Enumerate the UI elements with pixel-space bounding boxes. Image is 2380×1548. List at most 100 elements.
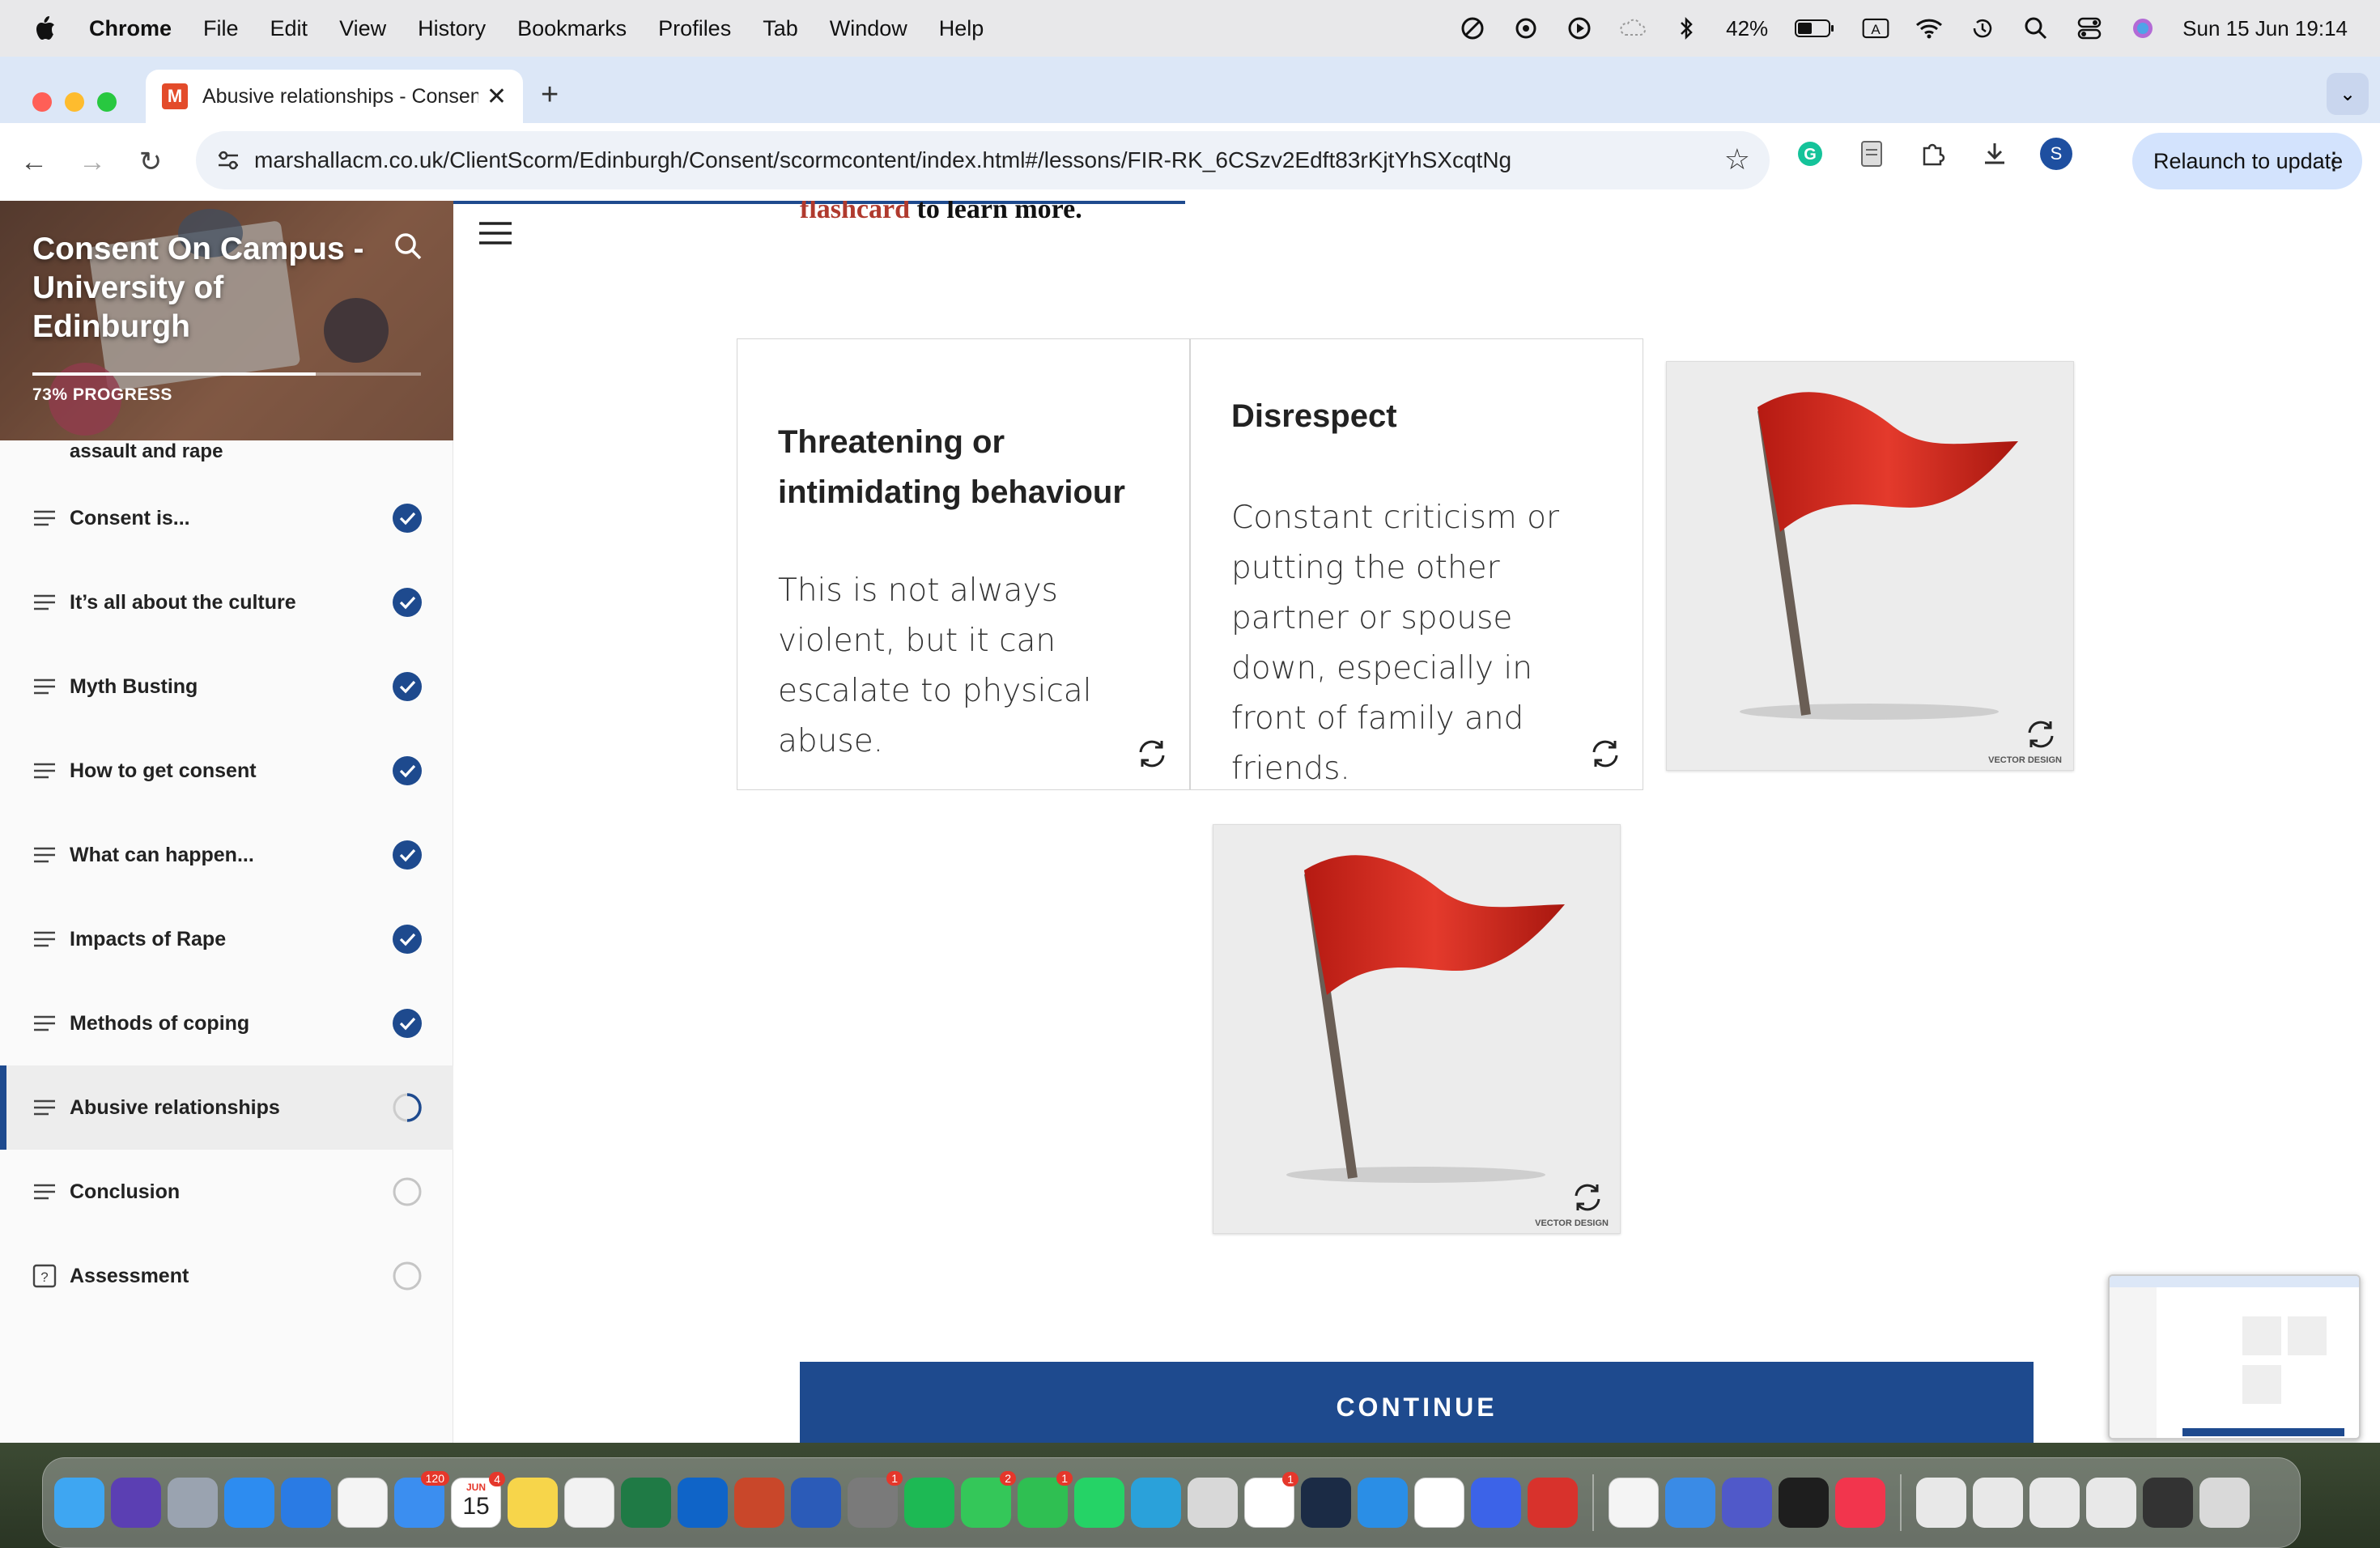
spotlight-icon[interactable]: [2022, 15, 2050, 42]
cursor-icon[interactable]: [1301, 1478, 1351, 1528]
flashcard-back[interactable]: Disrespect Constant criticism or putting…: [1190, 338, 1643, 790]
flashcard-link[interactable]: flashcard: [800, 201, 910, 224]
menu-history[interactable]: History: [418, 16, 486, 41]
reader-icon[interactable]: [1855, 138, 1888, 170]
notes-icon[interactable]: [508, 1478, 558, 1528]
preview-icon[interactable]: [1188, 1478, 1238, 1528]
activity-monitor-icon[interactable]: [1779, 1478, 1829, 1528]
notion-icon[interactable]: [1414, 1478, 1464, 1528]
sidebar-lesson-item[interactable]: Impacts of Rape: [0, 897, 453, 981]
menu-profiles[interactable]: Profiles: [658, 16, 731, 41]
wifi-icon[interactable]: [1915, 15, 1943, 42]
window-thumb[interactable]: [1916, 1478, 1966, 1528]
forward-arrow-icon[interactable]: →: [76, 147, 108, 178]
chatgpt-icon[interactable]: [1512, 15, 1540, 42]
photos-icon[interactable]: [564, 1478, 614, 1528]
flip-icon[interactable]: [1134, 736, 1170, 772]
siri-app-icon[interactable]: [111, 1478, 161, 1528]
clock[interactable]: Sun 15 Jun 19:14: [2182, 16, 2348, 41]
profile-avatar[interactable]: S: [2040, 138, 2072, 170]
zotero-icon[interactable]: [1528, 1478, 1578, 1528]
launchpad-icon[interactable]: [168, 1478, 218, 1528]
trash-icon[interactable]: [2199, 1478, 2250, 1528]
flip-icon[interactable]: [1570, 1180, 1605, 1215]
timemachine-icon[interactable]: [1969, 15, 1996, 42]
menu-edit[interactable]: Edit: [270, 16, 308, 41]
relaunch-to-update-button[interactable]: Relaunch to update ⋮: [2132, 133, 2362, 189]
word-icon[interactable]: [791, 1478, 841, 1528]
minimize-window-button[interactable]: [65, 92, 84, 112]
teams-icon[interactable]: [1722, 1478, 1772, 1528]
tab-close-icon[interactable]: ✕: [487, 83, 507, 111]
site-settings-icon[interactable]: [214, 146, 243, 175]
sidebar-lesson-item[interactable]: Methods of coping: [0, 981, 453, 1065]
tab-search-chevron-icon[interactable]: ⌄: [2327, 73, 2369, 115]
mail-icon[interactable]: 120: [394, 1471, 449, 1528]
sidebar-lesson-item[interactable]: Myth Busting: [0, 644, 453, 729]
arc-icon[interactable]: [1471, 1478, 1521, 1528]
menu-app-name[interactable]: Chrome: [89, 16, 172, 41]
menu-tab[interactable]: Tab: [763, 16, 798, 41]
slack-icon[interactable]: 1: [1244, 1472, 1298, 1528]
siri-icon[interactable]: [2129, 15, 2157, 42]
apple-icon[interactable]: [32, 15, 57, 42]
extensions-puzzle-icon[interactable]: [1917, 138, 1949, 170]
system-settings-icon[interactable]: 1: [848, 1471, 903, 1528]
sidebar-lesson-item[interactable]: How to get consent: [0, 729, 453, 813]
sidebar-lesson-item[interactable]: Conclusion: [0, 1150, 453, 1234]
vscode-icon[interactable]: [1358, 1478, 1408, 1528]
focus-icon[interactable]: [1459, 15, 1486, 42]
play-icon[interactable]: [1566, 15, 1593, 42]
continue-button[interactable]: CONTINUE: [800, 1362, 2034, 1443]
cloud-icon[interactable]: [1619, 15, 1647, 42]
bluetooth-icon[interactable]: [1672, 15, 1700, 42]
powerpoint-icon[interactable]: [734, 1478, 784, 1528]
grammarly-icon[interactable]: G: [1794, 138, 1826, 170]
window-thumb[interactable]: [2143, 1478, 2193, 1528]
finder-icon[interactable]: [54, 1478, 104, 1528]
safari-icon[interactable]: [281, 1478, 331, 1528]
sidebar-lesson-item[interactable]: ? Assessment: [0, 1234, 453, 1318]
browser-tab-active[interactable]: M Abusive relationships - Consent On Cam…: [146, 70, 523, 123]
spotify-icon[interactable]: [904, 1478, 954, 1528]
window-thumb[interactable]: [2086, 1478, 2136, 1528]
battery-icon[interactable]: [1794, 15, 1836, 42]
keynote-icon[interactable]: [1665, 1478, 1715, 1528]
sidebar-lesson-item[interactable]: What can happen...: [0, 813, 453, 897]
chrome-icon[interactable]: [338, 1478, 388, 1528]
close-window-button[interactable]: [32, 92, 52, 112]
chatgpt-app-icon[interactable]: [1609, 1478, 1659, 1528]
outlook-icon[interactable]: [678, 1478, 728, 1528]
messages-icon[interactable]: 2: [961, 1471, 1016, 1528]
menu-file[interactable]: File: [203, 16, 239, 41]
music-icon[interactable]: [1835, 1478, 1885, 1528]
search-icon[interactable]: [392, 230, 424, 262]
sidebar-lesson-item[interactable]: Abusive relationships: [0, 1065, 453, 1150]
hamburger-menu-icon[interactable]: [478, 220, 513, 246]
new-tab-button[interactable]: +: [541, 78, 559, 113]
menu-help[interactable]: Help: [939, 16, 984, 41]
menu-window[interactable]: Window: [830, 16, 907, 41]
bookmark-star-icon[interactable]: ☆: [1724, 142, 1750, 176]
sidebar-lesson-item[interactable]: Consent is...: [0, 476, 453, 560]
whatsapp-icon[interactable]: [1074, 1478, 1124, 1528]
calendar-icon[interactable]: JUN 15 4: [451, 1472, 505, 1528]
menu-bookmarks[interactable]: Bookmarks: [517, 16, 627, 41]
screenshot-thumbnail[interactable]: [2108, 1274, 2361, 1440]
app-store-icon[interactable]: [224, 1478, 274, 1528]
zoom-window-button[interactable]: [97, 92, 117, 112]
reload-icon[interactable]: ↻: [134, 146, 167, 178]
flashcard-front[interactable]: VECTOR DESIGN: [1213, 824, 1621, 1234]
telegram-icon[interactable]: [1131, 1478, 1181, 1528]
menu-view[interactable]: View: [339, 16, 386, 41]
sidebar-item-partial[interactable]: assault and rape: [70, 440, 223, 463]
input-a-icon[interactable]: A: [1862, 15, 1889, 42]
excel-icon[interactable]: [621, 1478, 671, 1528]
facetime-icon[interactable]: 1: [1018, 1471, 1073, 1528]
window-thumb[interactable]: [2029, 1478, 2080, 1528]
sidebar-lesson-item[interactable]: It’s all about the culture: [0, 560, 453, 644]
flashcard-front[interactable]: VECTOR DESIGN: [1666, 361, 2074, 771]
address-bar[interactable]: marshallacm.co.uk/ClientScorm/Edinburgh/…: [196, 131, 1770, 189]
flip-icon[interactable]: [2023, 717, 2059, 752]
downloads-icon[interactable]: [1978, 138, 2011, 170]
